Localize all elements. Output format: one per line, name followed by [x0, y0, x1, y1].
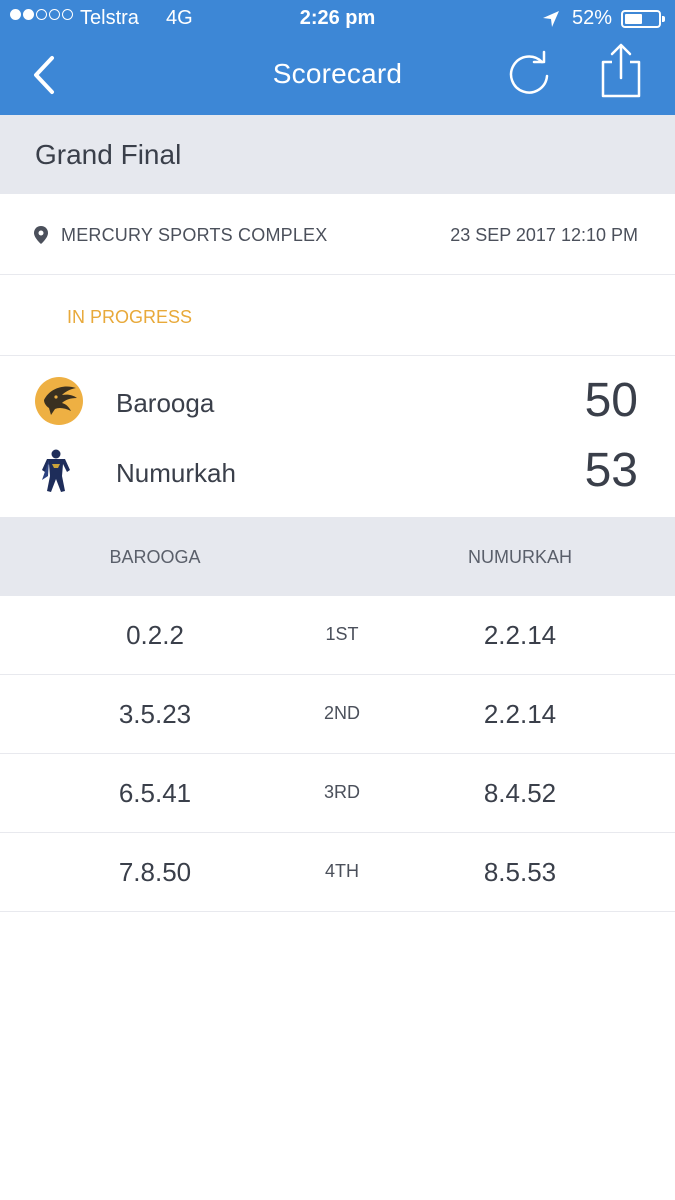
location-pin-icon — [34, 226, 48, 244]
match-datetime: 23 SEP 2017 12:10 PM — [450, 225, 638, 245]
home-quarter-score: 6.5.41 — [118, 778, 192, 808]
quarter-row: 7.8.50 4TH 8.5.53 — [0, 833, 675, 912]
away-quarter-score: 8.5.53 — [483, 857, 557, 887]
battery-fill — [625, 14, 642, 24]
location-arrow-icon — [543, 11, 559, 27]
page-title: Scorecard — [272, 58, 403, 89]
match-status-label: IN PROGRESS — [67, 307, 193, 327]
home-quarter-score: 7.8.50 — [118, 857, 192, 887]
home-quarter-score: 3.5.23 — [118, 699, 192, 729]
away-quarter-score: 2.2.14 — [483, 699, 557, 729]
team-name: Barooga — [116, 388, 215, 418]
round-header: Grand Final — [0, 115, 675, 194]
teams-section: Barooga 50 Numurkah 53 — [0, 356, 675, 517]
away-quarter-score: 8.4.52 — [483, 778, 557, 808]
quarter-row: 0.2.2 1ST 2.2.14 — [0, 596, 675, 675]
hawk-logo-icon — [35, 377, 83, 425]
refresh-icon — [509, 50, 549, 94]
quarter-table: 0.2.2 1ST 2.2.14 3.5.23 2ND 2.2.14 6.5.4… — [0, 596, 675, 912]
team-score: 50 — [584, 374, 638, 427]
match-status-row: IN PROGRESS — [0, 275, 675, 356]
battery-icon — [621, 10, 665, 28]
venue-name: MERCURY SPORTS COMPLEX — [61, 225, 328, 245]
quarter-row: 6.5.41 3RD 8.4.52 — [0, 754, 675, 833]
status-bar: Telstra 4G 2:26 pm 52% — [0, 0, 675, 38]
round-title: Grand Final — [35, 139, 182, 170]
battery-nub — [662, 16, 665, 22]
battery-percent: 52% — [572, 7, 613, 29]
away-team-header: NUMURKAH — [467, 547, 572, 567]
refresh-button[interactable] — [504, 46, 554, 98]
team-row: Barooga 50 — [0, 368, 675, 438]
venue-row: MERCURY SPORTS COMPLEX 23 SEP 2017 12:10… — [0, 194, 675, 275]
superhero-logo-icon — [42, 449, 70, 492]
top-bar: Telstra 4G 2:26 pm 52% Scorecard — [0, 0, 675, 115]
share-icon — [601, 43, 641, 98]
home-quarter-score: 0.2.2 — [126, 620, 184, 650]
home-team-header: BAROOGA — [109, 547, 201, 567]
away-quarter-score: 2.2.14 — [483, 620, 557, 650]
team-name: Numurkah — [116, 458, 236, 488]
nav-bar: Scorecard — [0, 38, 675, 115]
team-row: Numurkah 53 — [0, 438, 675, 508]
team-score: 53 — [584, 444, 638, 497]
quarter-row: 3.5.23 2ND 2.2.14 — [0, 675, 675, 754]
share-button[interactable] — [598, 42, 644, 98]
quarter-table-header: BAROOGA NUMURKAH — [0, 517, 675, 596]
